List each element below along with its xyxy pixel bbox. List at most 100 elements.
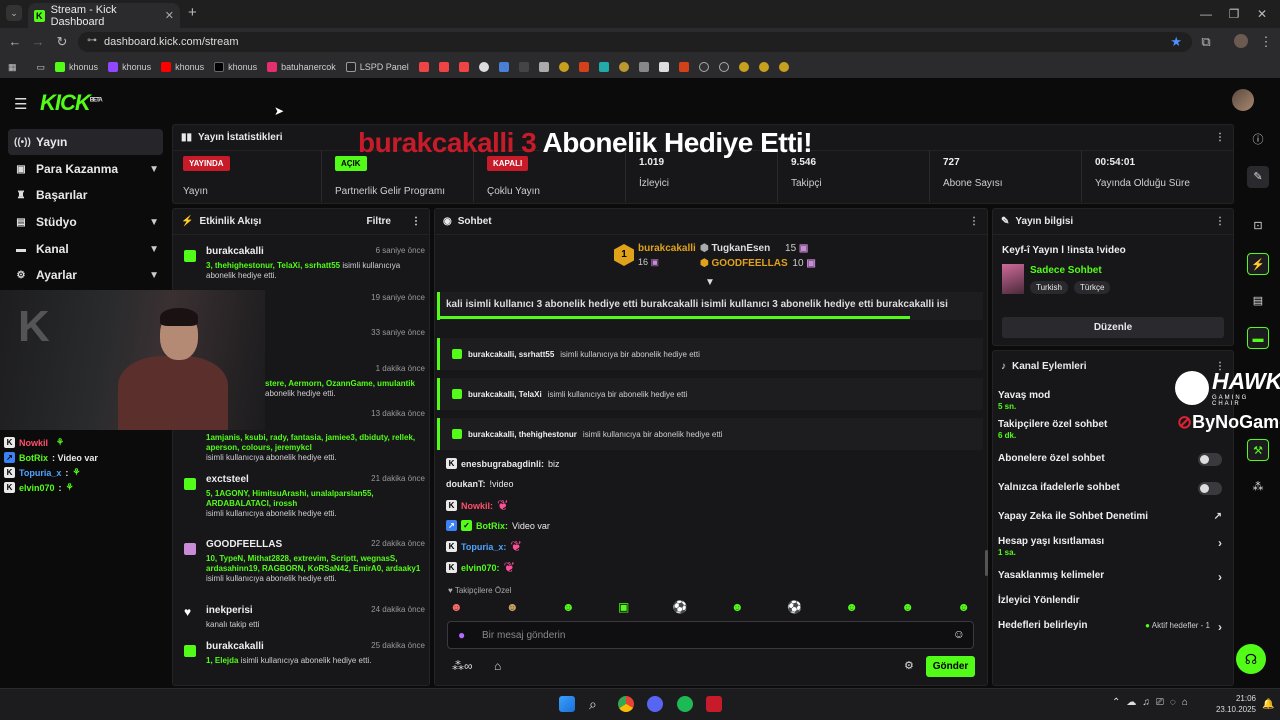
gmail-icon[interactable] <box>458 62 469 72</box>
notifications-icon[interactable]: 🔔 <box>1262 699 1274 710</box>
clock[interactable]: 21:06 23.10.2025 <box>1212 693 1256 715</box>
profile-avatar[interactable] <box>1234 34 1248 48</box>
address-bar[interactable]: ⊶ dashboard.kick.com/stream ★ <box>78 32 1192 52</box>
kick-logo[interactable]: KICKBETA <box>40 90 103 116</box>
chat-scrollbar[interactable] <box>985 550 988 576</box>
bookmark-icon[interactable] <box>478 62 489 72</box>
action-ai-moderation[interactable]: Yapay Zeka ile Sohbet Denetimi ↗ <box>998 511 1228 522</box>
emote-icon[interactable]: ☻ <box>845 600 858 616</box>
toggle-switch[interactable] <box>1198 482 1222 495</box>
gmail-icon[interactable] <box>418 62 429 72</box>
chat-settings-icon[interactable]: ⚙ <box>904 659 914 672</box>
more-options-icon[interactable]: ⋮ <box>1215 132 1225 143</box>
chat-tools-icon[interactable]: ⁂∞ <box>452 659 473 673</box>
bookmark-icon[interactable] <box>578 62 589 72</box>
action-goals[interactable]: Hedefleri belirleyin ● Aktif hedefler - 1… <box>998 620 1228 634</box>
emote-icon[interactable]: ⚽ <box>673 600 688 616</box>
sidebar-item-yayin[interactable]: ((•)) Yayın <box>8 129 163 155</box>
site-info-icon[interactable]: ⊶ <box>87 35 97 46</box>
bookmark-icon[interactable] <box>618 62 629 72</box>
sidebar-item-ayarlar[interactable]: ⚙ Ayarlar ▼ <box>8 262 163 288</box>
menu-icon[interactable]: ☰ <box>14 95 27 113</box>
microphone-icon[interactable]: ● <box>458 628 465 642</box>
tab-menu-icon[interactable]: ⌄ <box>6 5 22 21</box>
bookmark-lspd[interactable]: LSPD Panel <box>345 62 409 72</box>
more-options-icon[interactable]: ⋮ <box>1215 216 1225 227</box>
bookmark-icon[interactable] <box>558 62 569 72</box>
expand-leaderboard-icon[interactable]: ▼ <box>705 277 715 288</box>
emoji-icon[interactable]: ☺ <box>953 627 965 641</box>
new-tab-icon[interactable]: + <box>188 5 204 21</box>
bookmark-icon[interactable] <box>658 62 669 72</box>
sidebar-item-kanal[interactable]: ▬ Kanal ▼ <box>8 236 163 262</box>
bookmark-icon[interactable] <box>738 62 749 72</box>
bookmark-khonus-youtube[interactable]: khonus <box>161 62 204 72</box>
bookmark-khonus-x[interactable]: khonus <box>214 62 257 72</box>
bookmark-icon[interactable] <box>778 62 789 72</box>
toggle-switch[interactable] <box>1198 453 1222 466</box>
bookmark-khonus-kick[interactable]: khonus <box>55 62 98 72</box>
more-options-icon[interactable]: ⋮ <box>969 216 979 227</box>
bookmark-icon[interactable] <box>758 62 769 72</box>
document-icon[interactable] <box>538 62 549 72</box>
folder-icon[interactable]: ▭ <box>37 62 46 73</box>
search-icon[interactable]: ⌕ <box>589 696 605 712</box>
minimize-icon[interactable]: — <box>1192 4 1220 24</box>
close-tab-icon[interactable]: ✕ <box>165 9 174 22</box>
bookmark-instagram[interactable]: batuhanercok <box>267 62 336 72</box>
extensions-icon[interactable]: ⧉ <box>1198 34 1214 50</box>
forward-icon[interactable]: → <box>30 34 46 50</box>
chat-bubble-icon[interactable]: ▬ <box>1247 327 1269 349</box>
send-button[interactable]: Gönder <box>926 656 975 677</box>
bookmark-icon[interactable] <box>598 62 609 72</box>
browser-tab[interactable]: K Stream - Kick Dashboard ✕ <box>28 3 180 28</box>
system-tray-icons[interactable]: ⌃☁♫⎚◌⌂ <box>1112 697 1194 708</box>
more-options-icon[interactable]: ⋮ <box>411 216 421 227</box>
close-window-icon[interactable]: ✕ <box>1248 4 1276 24</box>
sidebar-item-studyo[interactable]: ▤ Stüdyo ▼ <box>8 209 163 235</box>
emote-icon[interactable]: ▣ <box>618 600 629 616</box>
support-headset-icon[interactable]: ☊ <box>1236 644 1266 674</box>
discord-icon[interactable] <box>647 696 663 712</box>
chrome-icon[interactable] <box>618 696 634 712</box>
info-icon[interactable]: ⓘ <box>1247 129 1269 151</box>
sidebar-item-basarilar[interactable]: ♜ Başarılar <box>8 182 163 208</box>
edit-button[interactable]: Düzenle <box>1002 317 1224 338</box>
reload-icon[interactable]: ↻ <box>54 34 70 50</box>
connections-icon[interactable]: ⁂ <box>1247 476 1269 498</box>
emote-icon[interactable]: ☻ <box>562 600 575 616</box>
bookmark-star-icon[interactable]: ★ <box>1170 34 1182 50</box>
shield-bookmark-icon[interactable] <box>498 62 509 72</box>
action-banned-words[interactable]: Yasaklanmış kelimeler › <box>998 570 1228 584</box>
bookmark-khonus-twitch[interactable]: khonus <box>108 62 151 72</box>
filter-button[interactable]: Filtre <box>367 216 391 227</box>
app-icon[interactable] <box>706 696 722 712</box>
action-account-age[interactable]: Hesap yaşı kısıtlaması 1 sa. › <box>998 536 1228 557</box>
capture-icon[interactable]: ⊡ <box>1247 215 1269 237</box>
emote-icon[interactable]: ⚽ <box>787 600 802 616</box>
back-icon[interactable]: ← <box>7 34 23 50</box>
emote-icon[interactable]: ☻ <box>957 600 970 616</box>
category-name[interactable]: Sadece Sohbet <box>1030 265 1102 276</box>
browser-menu-icon[interactable]: ⋮ <box>1258 34 1274 50</box>
sidebar-item-para-kazanma[interactable]: ▣ Para Kazanma ▼ <box>8 156 163 182</box>
action-emote-only[interactable]: Yalnızca ifadelerle sohbet <box>998 482 1228 495</box>
store-icon[interactable]: ⌂ <box>494 659 501 673</box>
bookmark-icon[interactable] <box>678 62 689 72</box>
gmail-icon[interactable] <box>438 62 449 72</box>
document-icon[interactable]: ▤ <box>1247 290 1269 312</box>
emote-icon[interactable]: ☻ <box>450 600 463 616</box>
user-avatar[interactable] <box>1232 89 1254 111</box>
spotify-icon[interactable] <box>677 696 693 712</box>
emote-icon[interactable]: ☻ <box>731 600 744 616</box>
apps-grid-icon[interactable]: ▦ <box>8 62 17 73</box>
maximize-icon[interactable]: ❐ <box>1220 4 1248 24</box>
windows-start-icon[interactable] <box>559 696 575 712</box>
action-raid[interactable]: İzleyici Yönlendir <box>998 595 1228 606</box>
bookmark-icon[interactable] <box>518 62 529 72</box>
lightning-icon[interactable]: ⚡ <box>1247 253 1269 275</box>
emote-icon[interactable]: ☻ <box>506 600 519 616</box>
emote-icon[interactable]: ☻ <box>901 600 914 616</box>
bookmark-icon[interactable] <box>638 62 649 72</box>
bookmark-icon[interactable] <box>698 62 709 72</box>
